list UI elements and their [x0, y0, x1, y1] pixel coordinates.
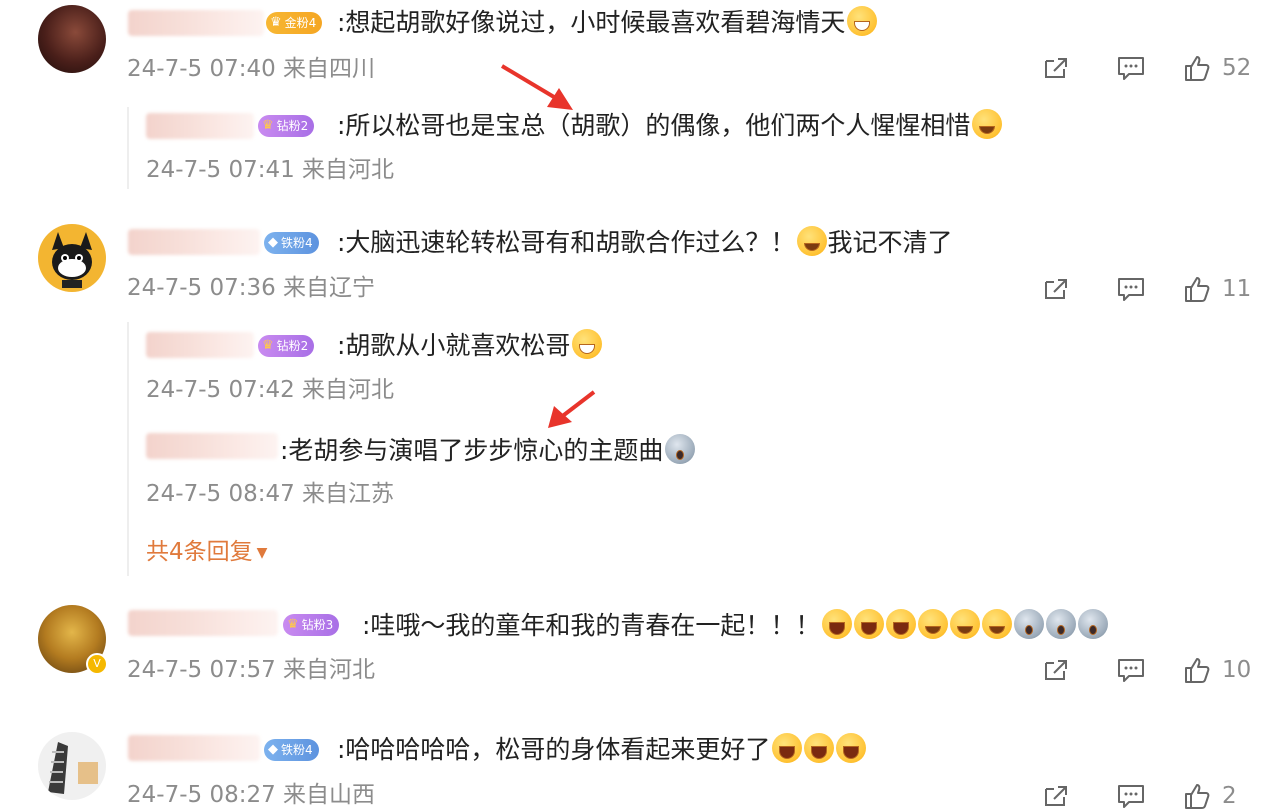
laugh-emoji-icon — [772, 733, 803, 763]
like-icon[interactable] — [1182, 274, 1212, 304]
share-icon[interactable] — [1040, 53, 1070, 83]
reply-text: :所以松哥也是宝总（胡歌）的偶像，他们两个人惺惺相惜 — [337, 109, 1003, 143]
username[interactable] — [128, 610, 278, 636]
fan-badge: ♛ 钻粉2 — [258, 115, 315, 137]
annotation-arrow-icon — [500, 64, 573, 110]
comment-text: :哈哈哈哈哈，松哥的身体看起来更好了 — [337, 733, 867, 767]
cry-emoji-icon — [918, 609, 949, 639]
fan-badge: ◆ 铁粉4 — [264, 739, 319, 761]
comment-icon[interactable] — [1116, 274, 1146, 304]
comment-icon[interactable] — [1116, 53, 1146, 83]
grin-emoji-icon — [847, 6, 878, 36]
avatar-illustration-icon — [52, 232, 92, 288]
avatar[interactable] — [38, 5, 106, 73]
comment-icon[interactable] — [1116, 655, 1146, 685]
like-icon[interactable] — [1182, 781, 1212, 811]
more-replies-link[interactable]: 共4条回复 ▼ — [146, 537, 267, 568]
like-icon[interactable] — [1182, 655, 1212, 685]
cry-emoji-icon — [982, 609, 1013, 639]
laugh-emoji-icon — [886, 609, 917, 639]
reply-thread-line — [127, 107, 129, 189]
like-count: 10 — [1222, 657, 1252, 683]
username[interactable] — [146, 113, 254, 139]
username[interactable] — [146, 332, 254, 358]
diamond-icon: ◆ — [268, 235, 278, 250]
reply-meta: 24-7-5 07:42 来自河北 — [146, 377, 395, 403]
username[interactable] — [128, 735, 260, 761]
reply-thread-line — [127, 322, 129, 576]
avatar-illustration-icon — [48, 742, 98, 794]
comment-meta: 24-7-5 07:57 来自河北 — [127, 657, 376, 683]
caret-down-icon: ▼ — [256, 545, 268, 561]
fan-badge: ♛ 钻粉3 — [283, 614, 340, 636]
shocked-emoji-icon — [665, 434, 696, 464]
laugh-emoji-icon — [804, 733, 835, 763]
username[interactable] — [128, 229, 260, 255]
username[interactable] — [146, 433, 278, 459]
fan-badge: ♛ 金粉4 — [266, 12, 323, 34]
avatar[interactable] — [38, 224, 106, 292]
diamond-icon: ◆ — [268, 742, 278, 757]
crown-icon: ♛ — [262, 338, 274, 353]
reply-meta: 24-7-5 08:47 来自江苏 — [146, 481, 395, 507]
comment-actions: 10 — [1040, 655, 1251, 685]
fan-badge: ◆ 铁粉4 — [264, 232, 319, 254]
comment-actions: 2 — [1040, 781, 1237, 811]
comment-actions: 11 — [1040, 274, 1251, 304]
reply-text: :老胡参与演唱了步步惊心的主题曲 — [280, 434, 696, 468]
crown-icon: ♛ — [270, 15, 282, 30]
laugh-emoji-icon — [822, 609, 853, 639]
annotation-arrow-icon — [548, 390, 596, 428]
comment-actions: 52 — [1040, 53, 1251, 83]
grin-emoji-icon — [572, 329, 603, 359]
comment-meta: 24-7-5 07:36 来自辽宁 — [127, 275, 376, 301]
share-icon[interactable] — [1040, 274, 1070, 304]
tears-emoji-icon — [1046, 609, 1077, 639]
avatar[interactable] — [38, 732, 106, 800]
comment-meta: 24-7-5 08:27 来自山西 — [127, 782, 376, 808]
like-count: 52 — [1222, 55, 1252, 81]
comment-text: :哇哦～我的童年和我的青春在一起！！！ — [362, 609, 1109, 643]
sweat-emoji-icon — [797, 226, 828, 256]
fan-badge: ♛ 钻粉2 — [258, 335, 315, 357]
laugh-emoji-icon — [854, 609, 885, 639]
comment-icon[interactable] — [1116, 781, 1146, 811]
reply-meta: 24-7-5 07:41 来自河北 — [146, 157, 395, 183]
like-count: 2 — [1222, 783, 1237, 809]
share-icon[interactable] — [1040, 655, 1070, 685]
share-icon[interactable] — [1040, 781, 1070, 811]
cry-emoji-icon — [972, 109, 1003, 139]
cry-emoji-icon — [950, 609, 981, 639]
tears-emoji-icon — [1078, 609, 1109, 639]
like-icon[interactable] — [1182, 53, 1212, 83]
like-count: 11 — [1222, 276, 1252, 302]
comment-text: :想起胡歌好像说过，小时候最喜欢看碧海情天 — [337, 6, 878, 40]
comment-text: :大脑迅速轮转松哥有和胡歌合作过么？！ 我记不清了 — [337, 226, 953, 257]
comment-meta: 24-7-5 07:40 来自四川 — [127, 56, 376, 82]
reply-text: :胡歌从小就喜欢松哥 — [337, 329, 603, 363]
verified-icon: V — [86, 653, 108, 675]
crown-icon: ♛ — [287, 617, 299, 632]
username[interactable] — [128, 10, 264, 36]
tears-emoji-icon — [1014, 609, 1045, 639]
crown-icon: ♛ — [262, 118, 274, 133]
laugh-emoji-icon — [836, 733, 867, 763]
